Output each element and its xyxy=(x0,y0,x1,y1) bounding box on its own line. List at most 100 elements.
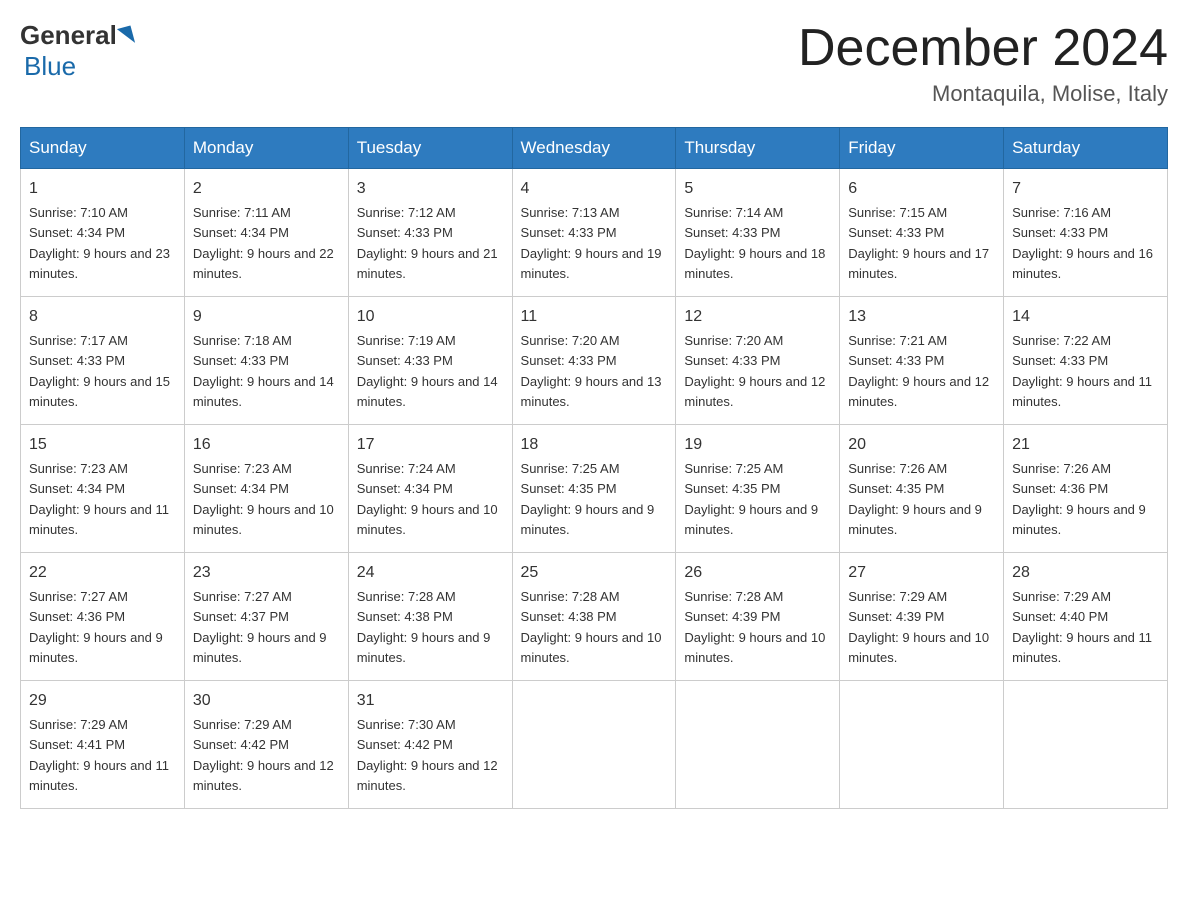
day-number: 8 xyxy=(29,305,176,329)
daylight-info: Daylight: 9 hours and 11 minutes. xyxy=(29,502,169,537)
calendar-cell xyxy=(512,681,676,809)
calendar-cell: 10Sunrise: 7:19 AMSunset: 4:33 PMDayligh… xyxy=(348,297,512,425)
sunset-info: Sunset: 4:42 PM xyxy=(357,737,453,752)
calendar-cell: 24Sunrise: 7:28 AMSunset: 4:38 PMDayligh… xyxy=(348,553,512,681)
logo-general-text: General xyxy=(20,20,117,51)
day-number: 15 xyxy=(29,433,176,457)
daylight-info: Daylight: 9 hours and 9 minutes. xyxy=(193,630,327,665)
daylight-info: Daylight: 9 hours and 12 minutes. xyxy=(684,374,825,409)
day-number: 2 xyxy=(193,177,340,201)
sunset-info: Sunset: 4:34 PM xyxy=(193,481,289,496)
daylight-info: Daylight: 9 hours and 10 minutes. xyxy=(193,502,334,537)
calendar-cell: 20Sunrise: 7:26 AMSunset: 4:35 PMDayligh… xyxy=(840,425,1004,553)
day-number: 27 xyxy=(848,561,995,585)
daylight-info: Daylight: 9 hours and 10 minutes. xyxy=(848,630,989,665)
sunset-info: Sunset: 4:33 PM xyxy=(1012,225,1108,240)
calendar-cell: 5Sunrise: 7:14 AMSunset: 4:33 PMDaylight… xyxy=(676,169,840,297)
sunrise-info: Sunrise: 7:27 AM xyxy=(29,589,128,604)
day-number: 12 xyxy=(684,305,831,329)
daylight-info: Daylight: 9 hours and 15 minutes. xyxy=(29,374,170,409)
sunrise-info: Sunrise: 7:11 AM xyxy=(193,205,291,220)
daylight-info: Daylight: 9 hours and 9 minutes. xyxy=(29,630,163,665)
daylight-info: Daylight: 9 hours and 11 minutes. xyxy=(29,758,169,793)
calendar-cell: 22Sunrise: 7:27 AMSunset: 4:36 PMDayligh… xyxy=(21,553,185,681)
day-number: 28 xyxy=(1012,561,1159,585)
daylight-info: Daylight: 9 hours and 12 minutes. xyxy=(848,374,989,409)
calendar-cell xyxy=(840,681,1004,809)
sunrise-info: Sunrise: 7:26 AM xyxy=(848,461,947,476)
day-number: 19 xyxy=(684,433,831,457)
daylight-info: Daylight: 9 hours and 12 minutes. xyxy=(357,758,498,793)
calendar-week-row: 15 Sunrise: 7:23 AM Sunset: 4:34 PM Dayligh… xyxy=(21,425,1168,553)
sunrise-info: Sunrise: 7:13 AM xyxy=(521,205,620,220)
sunrise-info: Sunrise: 7:23 AM xyxy=(29,461,128,476)
day-number: 5 xyxy=(684,177,831,201)
daylight-info: Daylight: 9 hours and 19 minutes. xyxy=(521,246,662,281)
day-number: 13 xyxy=(848,305,995,329)
day-number: 10 xyxy=(357,305,504,329)
day-number: 17 xyxy=(357,433,504,457)
sunset-info: Sunset: 4:36 PM xyxy=(1012,481,1108,496)
daylight-info: Daylight: 9 hours and 9 minutes. xyxy=(684,502,818,537)
calendar-cell: 17Sunrise: 7:24 AMSunset: 4:34 PMDayligh… xyxy=(348,425,512,553)
calendar-cell: 29Sunrise: 7:29 AMSunset: 4:41 PMDayligh… xyxy=(21,681,185,809)
calendar-cell: 19Sunrise: 7:25 AMSunset: 4:35 PMDayligh… xyxy=(676,425,840,553)
day-number: 9 xyxy=(193,305,340,329)
day-number: 26 xyxy=(684,561,831,585)
daylight-info: Daylight: 9 hours and 12 minutes. xyxy=(193,758,334,793)
calendar-cell: 4Sunrise: 7:13 AMSunset: 4:33 PMDaylight… xyxy=(512,169,676,297)
sunset-info: Sunset: 4:36 PM xyxy=(29,609,125,624)
calendar-cell: 3Sunrise: 7:12 AMSunset: 4:33 PMDaylight… xyxy=(348,169,512,297)
sunset-info: Sunset: 4:38 PM xyxy=(521,609,617,624)
daylight-info: Daylight: 9 hours and 10 minutes. xyxy=(684,630,825,665)
sunrise-info: Sunrise: 7:29 AM xyxy=(193,717,292,732)
sunrise-info: Sunrise: 7:28 AM xyxy=(521,589,620,604)
day-number: 25 xyxy=(521,561,668,585)
sunrise-info: Sunrise: 7:24 AM xyxy=(357,461,456,476)
calendar-cell: 18Sunrise: 7:25 AMSunset: 4:35 PMDayligh… xyxy=(512,425,676,553)
sunrise-info: Sunrise: 7:16 AM xyxy=(1012,205,1111,220)
weekday-header-sunday: Sunday xyxy=(21,128,185,169)
calendar-cell: 14Sunrise: 7:22 AMSunset: 4:33 PMDayligh… xyxy=(1004,297,1168,425)
month-year-title: December 2024 xyxy=(798,20,1168,77)
daylight-info: Daylight: 9 hours and 21 minutes. xyxy=(357,246,498,281)
daylight-info: Daylight: 9 hours and 14 minutes. xyxy=(357,374,498,409)
day-number: 20 xyxy=(848,433,995,457)
daylight-info: Daylight: 9 hours and 14 minutes. xyxy=(193,374,334,409)
sunrise-info: Sunrise: 7:19 AM xyxy=(357,333,456,348)
calendar-week-row: 8 Sunrise: 7:17 AM Sunset: 4:33 PM Daylight… xyxy=(21,297,1168,425)
sunset-info: Sunset: 4:33 PM xyxy=(29,353,125,368)
daylight-info: Daylight: 9 hours and 13 minutes. xyxy=(521,374,662,409)
calendar-cell: 21Sunrise: 7:26 AMSunset: 4:36 PMDayligh… xyxy=(1004,425,1168,553)
calendar-cell: 30Sunrise: 7:29 AMSunset: 4:42 PMDayligh… xyxy=(184,681,348,809)
day-number: 30 xyxy=(193,689,340,713)
calendar-cell: 27Sunrise: 7:29 AMSunset: 4:39 PMDayligh… xyxy=(840,553,1004,681)
daylight-info: Daylight: 9 hours and 11 minutes. xyxy=(1012,374,1152,409)
calendar-cell: 25Sunrise: 7:28 AMSunset: 4:38 PMDayligh… xyxy=(512,553,676,681)
sunrise-info: Sunrise: 7:25 AM xyxy=(684,461,783,476)
sunset-info: Sunset: 4:33 PM xyxy=(193,353,289,368)
weekday-header-friday: Friday xyxy=(840,128,1004,169)
weekday-header-row: SundayMondayTuesdayWednesdayThursdayFrid… xyxy=(21,128,1168,169)
day-number: 23 xyxy=(193,561,340,585)
calendar-cell: 9Sunrise: 7:18 AMSunset: 4:33 PMDaylight… xyxy=(184,297,348,425)
calendar-body: 1Sunrise: 7:10 AMSunset: 4:34 PMDaylight… xyxy=(21,169,1168,809)
title-area: December 2024 Montaquila, Molise, Italy xyxy=(798,20,1168,107)
calendar-cell xyxy=(1004,681,1168,809)
sunrise-info: Sunrise: 7:14 AM xyxy=(684,205,783,220)
sunset-info: Sunset: 4:33 PM xyxy=(1012,353,1108,368)
day-number: 24 xyxy=(357,561,504,585)
sunset-info: Sunset: 4:41 PM xyxy=(29,737,125,752)
sunrise-info: Sunrise: 7:21 AM xyxy=(848,333,947,348)
sunset-info: Sunset: 4:34 PM xyxy=(193,225,289,240)
sunset-info: Sunset: 4:35 PM xyxy=(521,481,617,496)
calendar-cell: 16Sunrise: 7:23 AMSunset: 4:34 PMDayligh… xyxy=(184,425,348,553)
calendar-cell xyxy=(676,681,840,809)
sunrise-info: Sunrise: 7:26 AM xyxy=(1012,461,1111,476)
calendar-cell: 13Sunrise: 7:21 AMSunset: 4:33 PMDayligh… xyxy=(840,297,1004,425)
calendar-cell: 11Sunrise: 7:20 AMSunset: 4:33 PMDayligh… xyxy=(512,297,676,425)
weekday-header-tuesday: Tuesday xyxy=(348,128,512,169)
sunrise-info: Sunrise: 7:17 AM xyxy=(29,333,128,348)
sunset-info: Sunset: 4:34 PM xyxy=(29,481,125,496)
calendar-cell: 6Sunrise: 7:15 AMSunset: 4:33 PMDaylight… xyxy=(840,169,1004,297)
